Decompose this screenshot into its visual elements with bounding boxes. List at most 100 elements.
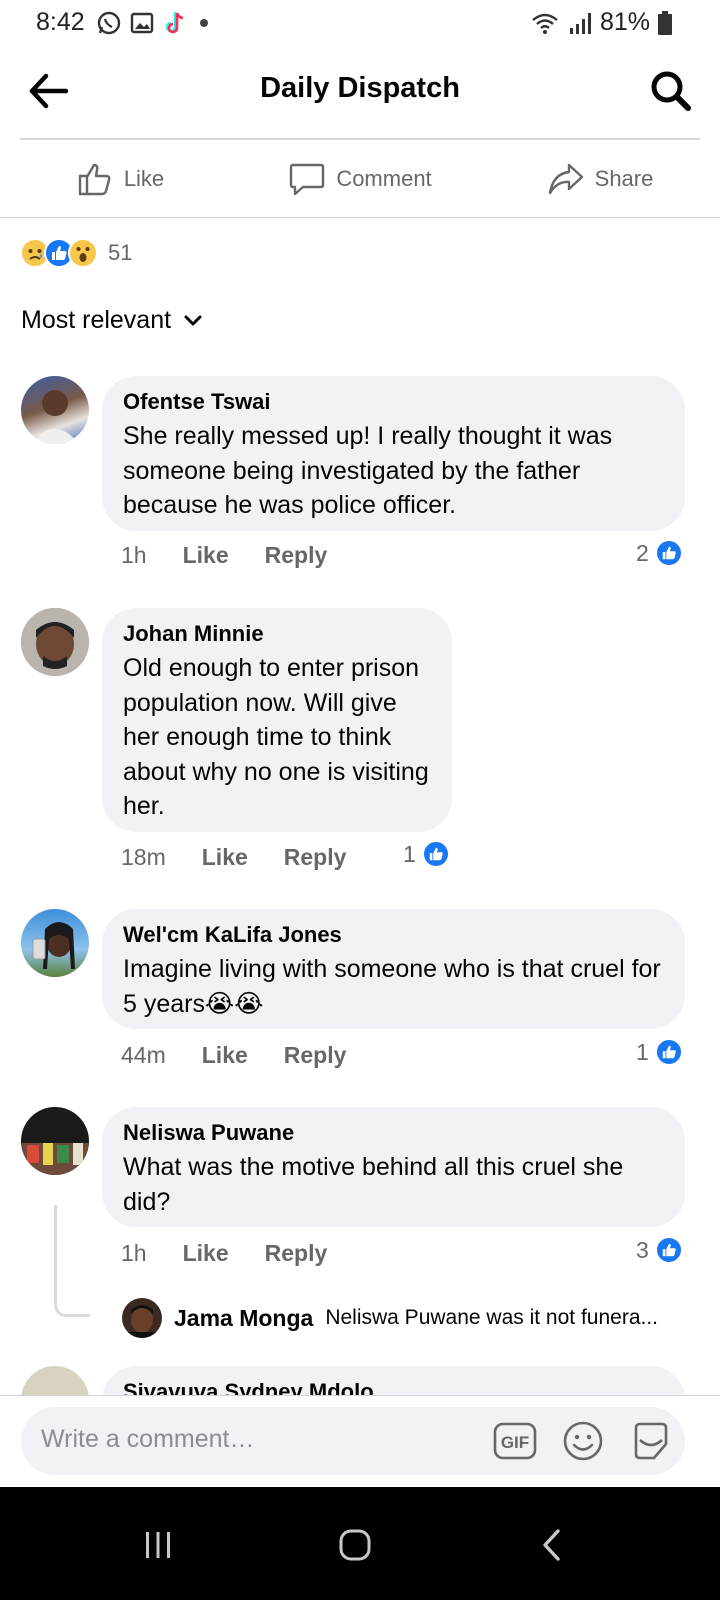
- comment-text: What was the motive behind all this crue…: [123, 1153, 624, 1216]
- avatar[interactable]: [21, 909, 89, 977]
- comment-bubble[interactable]: Neliswa Puwane What was the motive behin…: [102, 1107, 685, 1227]
- share-icon: [548, 163, 583, 194]
- sticker-icon: [634, 1422, 668, 1460]
- comment-composer: GIF: [0, 1395, 720, 1487]
- like-label: Like: [123, 165, 165, 191]
- share-label: Share: [594, 165, 654, 191]
- comment-meta: 1h Like Reply: [121, 1240, 327, 1267]
- reply-author[interactable]: Jama Monga: [174, 1305, 313, 1332]
- avatar[interactable]: [21, 608, 89, 676]
- comment-meta: 18m Like Reply: [121, 844, 346, 871]
- smiley-icon: [563, 1421, 603, 1461]
- comment-author[interactable]: Wel'cm KaLifa Jones: [123, 921, 665, 949]
- comment-text: Old enough to enter prison population no…: [123, 654, 429, 820]
- comment-icon: [290, 163, 325, 195]
- comment-like-count[interactable]: 1: [636, 1038, 683, 1066]
- dot-icon: [200, 19, 208, 27]
- comment-like-button[interactable]: Like: [183, 542, 229, 569]
- status-right: 81%: [530, 8, 672, 37]
- comment-reply-button[interactable]: Reply: [265, 542, 328, 569]
- comment-bubble[interactable]: Ofentse Tswai She really messed up! I re…: [102, 376, 685, 531]
- like-count-value: 3: [636, 1236, 649, 1263]
- like-badge-icon: [421, 840, 450, 868]
- comment-button[interactable]: Comment: [240, 140, 480, 217]
- reactions-summary[interactable]: 51: [20, 238, 132, 268]
- like-badge-icon: [654, 1038, 683, 1066]
- reply-thread-line: [54, 1205, 90, 1317]
- comment-input-box[interactable]: GIF: [21, 1407, 685, 1475]
- comment-bubble[interactable]: Johan Minnie Old enough to enter prison …: [102, 608, 452, 832]
- share-button[interactable]: Share: [480, 140, 720, 217]
- search-button[interactable]: [648, 68, 694, 114]
- like-count-value: 2: [636, 539, 649, 566]
- thumbs-up-icon: [78, 163, 111, 195]
- comment-like-button[interactable]: Like: [183, 1240, 229, 1267]
- recent-apps-icon: [146, 1532, 170, 1558]
- comment-author[interactable]: Neliswa Puwane: [123, 1119, 665, 1147]
- comment-time: 1h: [121, 1240, 147, 1266]
- comment-like-count[interactable]: 2: [636, 539, 683, 567]
- gallery-icon: [130, 12, 154, 34]
- battery-percent: 81%: [599, 8, 650, 36]
- comment-input[interactable]: [41, 1425, 441, 1454]
- comment-author[interactable]: Johan Minnie: [123, 620, 432, 648]
- wow-reaction-icon: [68, 238, 98, 268]
- wifi-icon: [532, 13, 558, 34]
- comment-time: 44m: [121, 1042, 166, 1068]
- battery-icon: [658, 10, 672, 35]
- system-back-button[interactable]: [522, 1515, 582, 1575]
- avatar[interactable]: [21, 1107, 89, 1175]
- sticker-button[interactable]: [629, 1419, 673, 1463]
- like-badge-icon: [654, 1236, 683, 1264]
- like-badge-icon: [654, 539, 683, 567]
- status-time: 8:42: [36, 8, 85, 36]
- tiktok-icon: [165, 12, 184, 34]
- comment-item: Sivavuva Sydney Mdolo: [0, 1366, 720, 1396]
- gif-label: GIF: [501, 1433, 529, 1452]
- comment-text: She really messed up! I really thought i…: [123, 422, 613, 519]
- comment-reply-button[interactable]: Reply: [284, 1042, 347, 1069]
- comment-like-button[interactable]: Like: [202, 844, 248, 871]
- like-button[interactable]: Like: [0, 140, 240, 217]
- whatsapp-icon: [97, 11, 121, 35]
- comment-label: Comment: [336, 165, 432, 191]
- comment-reply-button[interactable]: Reply: [265, 1240, 328, 1267]
- reply-preview[interactable]: Jama Monga Neliswa Puwane was it not fun…: [122, 1298, 692, 1338]
- post-actions: Like Comment Share: [0, 140, 720, 218]
- comment-like-count[interactable]: 3: [636, 1236, 683, 1264]
- recent-apps-button[interactable]: [128, 1515, 188, 1575]
- status-bar: 8:42 81%: [0, 0, 720, 46]
- comment-text: Imagine living with someone who is that …: [123, 955, 661, 1018]
- gif-icon: GIF: [493, 1422, 537, 1460]
- avatar[interactable]: [21, 1366, 89, 1396]
- avatar[interactable]: [122, 1298, 162, 1338]
- comment-meta: 44m Like Reply: [121, 1042, 346, 1069]
- comment-author[interactable]: Sivavuva Sydney Mdolo: [123, 1378, 665, 1396]
- app-header: Daily Dispatch: [0, 46, 720, 138]
- signal-icon: [569, 12, 591, 34]
- comment-time: 18m: [121, 844, 166, 870]
- gif-button[interactable]: GIF: [493, 1419, 537, 1463]
- emoji-button[interactable]: [561, 1419, 605, 1463]
- chevron-left-icon: [543, 1529, 560, 1561]
- comment-time: 1h: [121, 542, 147, 568]
- like-count-value: 1: [403, 840, 416, 867]
- chevron-down-icon: [184, 315, 202, 325]
- search-icon: [651, 71, 691, 111]
- sort-label: Most relevant: [21, 306, 172, 334]
- comment-meta: 1h Like Reply: [121, 542, 327, 569]
- reply-text: Neliswa Puwane was it not funera...: [325, 1306, 658, 1329]
- reaction-count: 51: [108, 240, 133, 265]
- notification-icons: [96, 10, 208, 36]
- like-count-value: 1: [636, 1038, 649, 1065]
- comment-like-button[interactable]: Like: [202, 1042, 248, 1069]
- home-icon: [339, 1529, 371, 1561]
- comment-reply-button[interactable]: Reply: [284, 844, 347, 871]
- comment-bubble[interactable]: Sivavuva Sydney Mdolo: [102, 1366, 685, 1396]
- home-button[interactable]: [325, 1515, 385, 1575]
- comment-author[interactable]: Ofentse Tswai: [123, 388, 665, 416]
- comment-bubble[interactable]: Wel'cm KaLifa Jones Imagine living with …: [102, 909, 685, 1029]
- sort-dropdown[interactable]: Most relevant: [21, 306, 203, 335]
- avatar[interactable]: [21, 376, 89, 444]
- comment-like-count[interactable]: 1: [403, 840, 450, 868]
